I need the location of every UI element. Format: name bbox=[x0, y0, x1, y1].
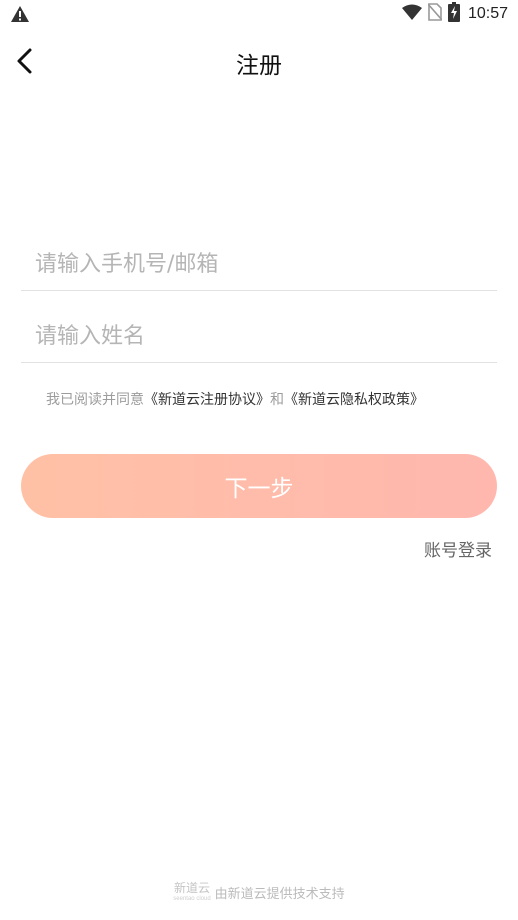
name-field bbox=[21, 310, 497, 363]
page-title: 注册 bbox=[236, 53, 282, 79]
wifi-icon bbox=[401, 4, 422, 24]
agreement-prefix: 我已阅读并同意 bbox=[46, 392, 144, 408]
brand-logo-text: 新道云 bbox=[173, 881, 210, 895]
brand-logo: 新道云 seentao cloud bbox=[173, 882, 210, 902]
battery-charging-icon bbox=[447, 2, 460, 26]
footer: 新道云 seentao cloud 由新道云提供技术支持 bbox=[0, 882, 518, 902]
status-bar: 10:57 bbox=[0, 0, 518, 28]
phone-email-field bbox=[21, 238, 497, 291]
status-icons: 10:57 bbox=[401, 2, 508, 26]
privacy-link[interactable]: 《新道云隐私权政策》 bbox=[284, 392, 424, 408]
no-sim-icon bbox=[427, 3, 443, 25]
next-step-button[interactable]: 下一步 bbox=[21, 454, 497, 518]
warning-icon bbox=[10, 5, 30, 23]
status-time: 10:57 bbox=[467, 5, 508, 22]
support-text: 由新道云提供技术支持 bbox=[214, 886, 345, 902]
account-login-link[interactable]: 账号登录 bbox=[424, 536, 492, 561]
agreement-text: 我已阅读并同意《新道云注册协议》和《新道云隐私权政策》 bbox=[46, 389, 424, 409]
brand-logo-subtext: seentao cloud bbox=[173, 896, 211, 902]
agreement-conjunction: 和 bbox=[270, 392, 284, 408]
phone-email-input[interactable] bbox=[35, 238, 475, 290]
nav-bar: 注册 bbox=[0, 36, 518, 86]
name-input[interactable] bbox=[35, 310, 475, 362]
terms-link[interactable]: 《新道云注册协议》 bbox=[144, 392, 270, 408]
